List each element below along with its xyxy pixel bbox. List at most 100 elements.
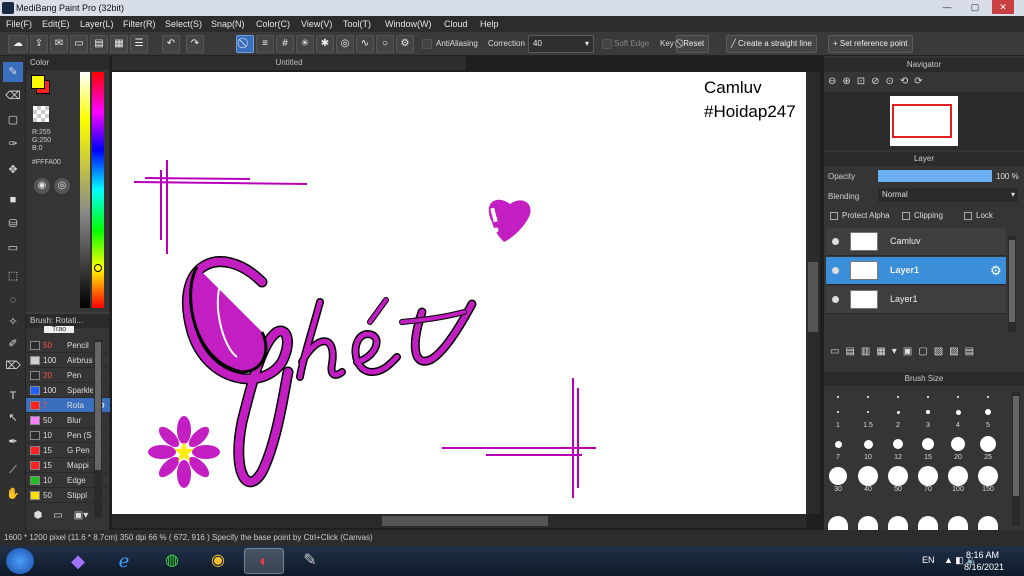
brush-size-dot[interactable] [837,396,839,398]
radial-snap-icon[interactable]: ✳ [296,35,314,53]
parallel-snap-icon[interactable]: ≡ [256,35,274,53]
brush-size-dot[interactable] [888,516,908,530]
undo-icon[interactable]: ↶ [162,35,180,53]
correction-select[interactable]: 40 ▾ [528,35,594,53]
brush-list-item[interactable]: 10 Pen (S [26,428,118,443]
brush-size-dot[interactable] [858,466,878,486]
menu-file[interactable]: File(F) [6,19,32,29]
visual-studio-icon[interactable]: ◆ [58,548,98,574]
brush-size-dot[interactable] [927,396,929,398]
text-tool-icon[interactable]: T [3,386,23,406]
magic-wand-tool-icon[interactable]: ✧ [3,312,23,332]
opacity-slider[interactable] [878,170,992,182]
brush-size-dot[interactable] [926,410,930,414]
brush-size-dot[interactable] [829,467,847,485]
brush-list-item[interactable]: 100 Sparkle [26,383,118,398]
brush-size-dot[interactable] [957,396,959,398]
menu-cloud[interactable]: Cloud [444,19,468,29]
transparent-swatch[interactable] [33,106,49,122]
eyedropper-tool-icon[interactable]: ✒ [3,432,23,452]
menu-select[interactable]: Select(S) [165,19,202,29]
layer-row[interactable]: Camluv [826,228,1006,256]
protect-alpha-checkbox[interactable] [830,212,838,220]
soft-edge-checkbox[interactable] [602,39,612,49]
menu-view[interactable]: View(V) [301,19,332,29]
brush-size-dot[interactable] [987,396,989,398]
brush-size-dot[interactable] [863,439,873,449]
brush-size-dot[interactable] [858,516,878,530]
reference-point-button[interactable]: + Set reference point [828,35,913,53]
cloud-icon[interactable]: ☁ [8,35,28,53]
redo-icon[interactable]: ↷ [186,35,204,53]
foreground-color-swatch[interactable] [31,75,45,89]
list-icon[interactable]: ☰ [130,35,148,53]
brush-size-dot[interactable] [948,516,968,530]
hue-handle[interactable] [94,264,102,272]
brush-size-dot[interactable] [828,516,848,530]
brush-size-dot[interactable] [918,516,938,530]
new-file-icon[interactable]: ▭ [70,35,88,53]
select-eraser-tool-icon[interactable]: ⌦ [3,356,23,376]
visibility-icon[interactable] [832,296,839,303]
brush-list-item[interactable]: 20 Pen [26,368,118,383]
rectangle-tool-icon[interactable]: ▢ [3,110,23,130]
clipping-checkbox[interactable] [902,212,910,220]
menu-snap[interactable]: Snap(N) [211,19,245,29]
gear-icon[interactable]: ⚙ [990,263,1002,279]
minimize-button[interactable]: — [936,0,958,14]
document-tab[interactable]: Untitled [112,56,466,70]
brush-size-dot[interactable] [985,409,991,415]
brush-size-dot[interactable] [897,396,899,398]
menu-tool[interactable]: Tool(T) [343,19,371,29]
vertical-scrollbar[interactable] [806,72,820,514]
document-icon[interactable]: ▤ [90,35,108,53]
brush-tool-icon[interactable]: ✎ [3,62,23,82]
coccoc-icon[interactable]: ◍ [152,548,192,574]
brush-list-item[interactable]: 50 Stippl [26,488,118,503]
brush-list-item[interactable]: 15 G Pen [26,443,118,458]
select-rect-tool-icon[interactable]: ⬚ [3,266,23,286]
medibang-task-icon[interactable]: ◐ [244,548,284,574]
brush-add-icon[interactable]: ⬢ [30,510,46,526]
horizontal-scrollbar[interactable] [112,514,806,528]
hue-slider[interactable] [92,72,104,308]
brush-new-icon[interactable]: ▭ [50,510,66,526]
brush-size-dot[interactable] [867,396,869,398]
palette-add-icon[interactable]: ◎ [54,178,70,194]
brush-size-dot[interactable] [918,466,938,486]
start-button-icon[interactable] [6,548,34,574]
comment-icon[interactable]: ✉ [50,35,68,53]
visibility-icon[interactable] [832,238,839,245]
layer-row[interactable]: Layer1 [826,286,1006,314]
brush-size-dot[interactable] [980,436,996,452]
lock-checkbox[interactable] [964,212,972,220]
paint-task-icon[interactable]: ✎ [290,548,330,574]
eraser-tool-icon[interactable]: ⌫ [3,86,23,106]
maximize-button[interactable]: ▢ [964,0,986,14]
brush-size-dot[interactable] [978,466,998,486]
brush-size-dot[interactable] [955,409,961,415]
operation-tool-icon[interactable]: ↖ [3,408,23,428]
antialiasing-checkbox[interactable] [422,39,432,49]
navigator-viewport[interactable] [892,104,952,138]
brush-size-dot[interactable] [834,440,842,448]
lasso-tool-icon[interactable]: ◌ [3,290,23,310]
palette-icon[interactable]: ◉ [34,178,50,194]
ring-snap-icon[interactable]: ○ [376,35,394,53]
circle-snap-icon[interactable]: ◎ [336,35,354,53]
gradient-tool-icon[interactable]: ▭ [3,238,23,258]
brush-size-dot[interactable] [888,466,908,486]
layer-row-selected[interactable]: Layer1 ⚙ [826,257,1006,285]
menu-edit[interactable]: Edit(E) [42,19,70,29]
dot-brush-tool-icon[interactable]: ✑ [3,134,23,154]
vanish-snap-icon[interactable]: ✱ [316,35,334,53]
menu-window[interactable]: Window(W) [385,19,432,29]
snap-off-icon[interactable]: ⃠ [236,35,254,53]
canvas[interactable]: Camluv #Hoidap247 [112,72,806,514]
move-tool-icon[interactable]: ✥ [3,160,23,180]
brush-menu-icon[interactable]: ▣▾ [70,510,92,526]
close-button[interactable]: ✕ [992,0,1014,14]
straight-line-button[interactable]: ╱ Create a straight line [726,35,817,53]
brush-size-dot[interactable] [948,466,968,486]
brush-size-dot[interactable] [978,516,998,530]
